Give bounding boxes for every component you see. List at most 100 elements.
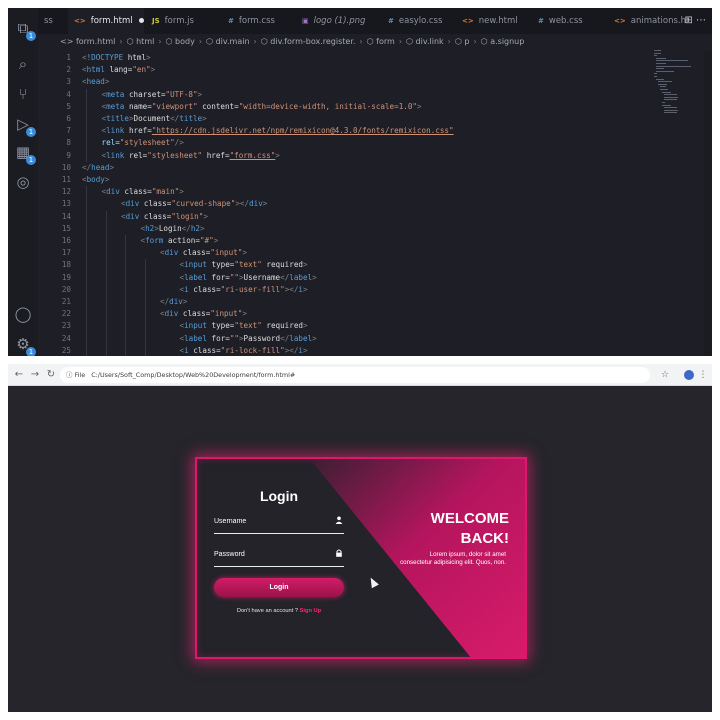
breadcrumb-item[interactable]: ⬡ body [166,37,195,46]
minimap-line [664,96,678,98]
address-bar[interactable]: ⓘ File C:/Users/Soft_Comp/Desktop/Web%20… [60,367,650,383]
signup-link[interactable]: Sign Up [300,608,321,614]
line-number: 10 [61,162,71,172]
code-text: <body> [82,175,110,184]
code-text: <label for="">Username</label> [179,272,317,282]
code-area[interactable]: 1 <!DOCTYPE html> 2 <html lang="en"> 3 <head>… [38,50,648,356]
breadcrumb-item[interactable]: <> form.html [60,37,115,46]
breadcrumb-separator-icon: › [447,37,451,46]
bookmark-star-icon[interactable]: ☆ [658,368,672,382]
indent-guide [125,235,126,356]
settings-gear-icon[interactable]: ⚙ 1 [13,334,36,356]
reload-icon[interactable]: ↻ [44,368,58,382]
line-number: 6 [66,114,71,123]
code-text: rel="stylesheet"/> [101,138,184,148]
breadcrumb-item[interactable]: ⬡ p [455,37,470,46]
minimap-line [662,102,665,103]
search-icon[interactable]: ⌕ [13,54,33,74]
code-text: <meta charset="UTF-8"> [101,89,203,99]
web-page: Login Username Password Login Don't have… [8,386,712,712]
editor-scrollbar[interactable] [704,50,712,356]
forward-icon[interactable]: → [28,368,42,382]
line-number: 20 [61,284,71,294]
code-text: <input type="text" required> [179,321,308,331]
breadcrumb-item[interactable]: ⬡ a.signup [481,37,525,46]
welcome-text: Lorem ipsum, dolor sit amet consectetur … [400,551,506,566]
breadcrumb-item[interactable]: ⬡ div.link [406,37,444,46]
code-text: <i class="ri-lock-fill"></i> [179,345,308,355]
minimap-line [656,57,666,59]
line-number: 2 [66,65,71,75]
line-number: 12 [61,187,71,197]
browser-menu-icon[interactable]: ⋮ [696,368,710,382]
tab-form-js[interactable]: JS form.js [146,8,220,34]
notification-badge: 1 [26,347,36,356]
login-heading: Login [259,488,299,504]
minimap-line [654,76,657,77]
account-icon[interactable]: ◯ [13,304,33,324]
welcome-line-1: WELCOME [430,510,509,527]
code-text: </head> [82,162,115,172]
user-icon [334,516,344,526]
minimap-line [656,63,667,64]
site-info-chip[interactable]: ⓘ File [66,371,85,379]
line-number: 16 [61,236,71,245]
signup-prompt: Don't have an account ? Sign Up [197,608,361,614]
info-icon: ⓘ [66,371,73,379]
breadcrumb-separator-icon: › [119,37,123,46]
code-text: <html lang="en"> [82,65,156,75]
code-text: <i class="ri-user-fill"></i> [179,284,308,294]
line-number: 18 [61,260,71,270]
line-number: 7 [66,126,71,136]
tab-form-html[interactable]: <> form.html [68,8,144,34]
line-number: 14 [61,211,71,221]
tab-web-css[interactable]: # web.css [532,8,606,34]
breadcrumb-item[interactable]: ⬡ div.form-box.register. [261,37,356,46]
breadcrumb-item[interactable]: ⬡ html [127,37,155,46]
browser-toolbar: ← → ↻ ⓘ File C:/Users/Soft_Comp/Desktop/… [8,364,712,386]
run-debug-icon[interactable]: ▷ 1 [13,114,36,137]
file-type-icon: # [388,17,394,25]
minimap-line [654,52,662,54]
indent-guide [86,186,87,356]
breadcrumb-item[interactable]: ⬡ form [367,37,395,46]
username-field[interactable]: Username [214,512,344,534]
profile-avatar[interactable] [684,370,694,380]
extensions-icon[interactable]: ▦ 1 [13,142,36,165]
tab-animations-ht[interactable]: <> animations.ht [608,8,698,34]
line-number: 25 [61,345,71,355]
tab-label: new.html [478,16,518,26]
tab-label: form.html [90,16,133,26]
notification-badge: 1 [26,31,36,41]
line-number: 19 [61,272,71,282]
code-text: <div class="input"> [160,248,247,258]
tab-ss[interactable]: ss [38,8,66,34]
password-field[interactable]: Password [214,545,344,567]
back-icon[interactable]: ← [12,368,26,382]
line-number: 24 [61,333,71,343]
breadcrumb-separator-icon: › [253,37,257,46]
minimap-line [656,60,688,62]
tab-new-html[interactable]: <> new.html [456,8,530,34]
minimap-line [658,83,667,85]
code-text: <div class="input"> [160,309,247,319]
tab-logo-1-png[interactable]: ▣ logo (1).png [296,8,380,34]
tab-easylo-css[interactable]: # easylo.css [382,8,454,34]
login-button[interactable]: Login [214,578,344,597]
code-text: <label for="">Password</label> [179,333,317,343]
minimap-line [664,94,677,96]
minimap-line [654,50,661,51]
code-text: <div class="curved-shape"></div> [121,199,268,209]
tab-form-css[interactable]: # form.css [222,8,294,34]
source-control-icon[interactable]: ⑂ [13,84,33,104]
activity-bar: ⧉ 1 ⌕ ⑂ ▷ 1 ▦ 1 ◎ ◯ ⚙ 1 [8,8,38,356]
minimap[interactable] [654,50,698,120]
tab-label: logo (1).png [313,16,366,26]
edge-icon[interactable]: ◎ [13,172,33,192]
explorer-icon[interactable]: ⧉ 1 [13,18,36,41]
line-number: 9 [66,150,71,160]
code-text: <!DOCTYPE html> [82,53,151,62]
breadcrumb-item[interactable]: ⬡ div.main [206,37,249,46]
code-text: <title>Document</title> [101,114,207,123]
minimap-line [664,99,677,101]
